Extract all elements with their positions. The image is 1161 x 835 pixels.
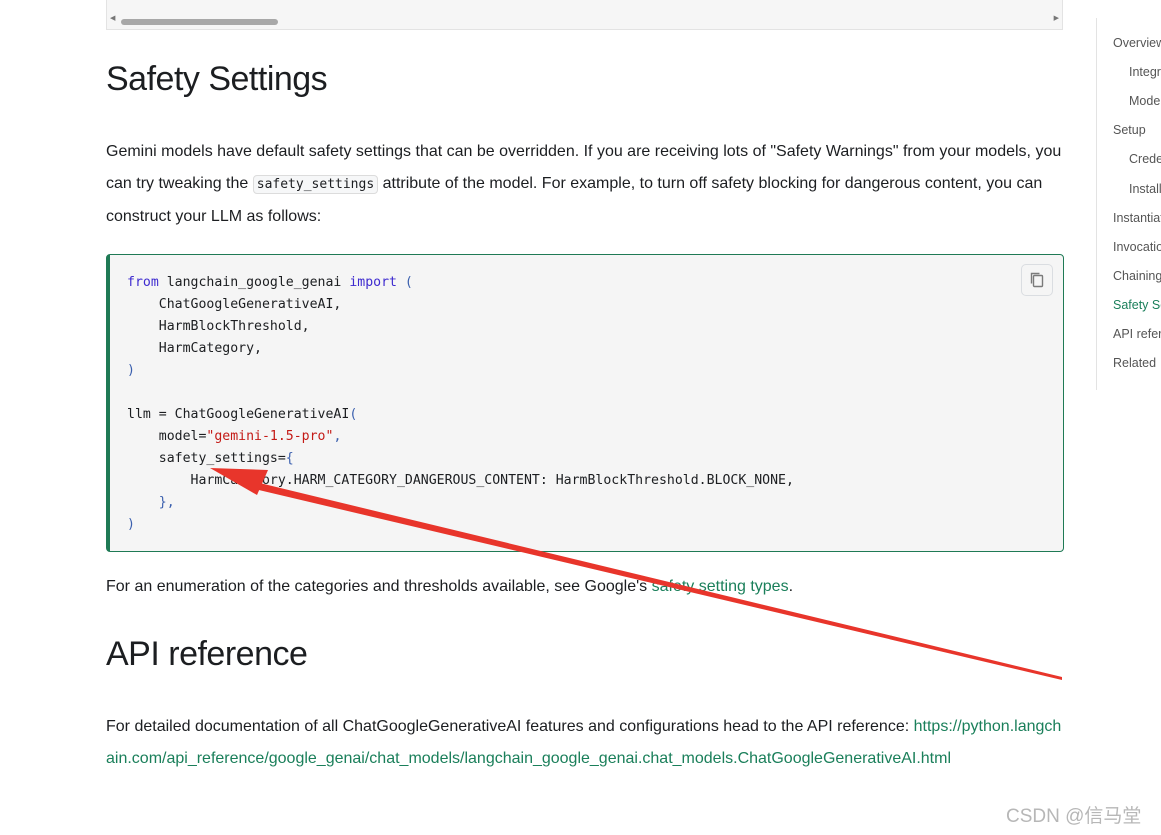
copy-icon [1030,272,1044,288]
safety-settings-paragraph: Gemini models have default safety settin… [106,136,1066,233]
scrollbar-thumb[interactable] [121,19,278,25]
toc-item-setup[interactable]: Setup [1113,123,1146,137]
toc-item-model-features[interactable]: Model features [1129,94,1161,108]
paragraph-text: For an enumeration of the categories and… [106,578,652,595]
toc-item-overview[interactable]: Overview [1113,36,1161,50]
code-line: ChatGoogleGenerativeAI, [127,297,342,312]
code-line: HarmBlockThreshold, [127,319,310,334]
table-of-contents: Overview Integration details Model featu… [1096,18,1161,390]
code-text: model= [127,429,207,444]
copy-code-button[interactable] [1021,264,1053,296]
enumeration-paragraph: For an enumeration of the categories and… [106,571,1066,603]
inline-code-safety-settings: safety_settings [252,175,379,194]
code-line: HarmCategory.HARM_CATEGORY_DANGEROUS_CON… [127,473,794,488]
code-punc: ) [127,517,135,532]
scroll-left-arrow-icon[interactable]: ◀ [110,15,115,22]
code-content: from langchain_google_genai import ( Cha… [127,272,794,536]
code-keyword: from [127,275,159,290]
code-keyword: import [349,275,397,290]
code-string: "gemini-1.5-pro" [206,429,334,444]
toc-item-instantiation[interactable]: Instantiation [1113,211,1161,225]
code-punc: }, [127,495,175,510]
paragraph-text: For detailed documentation of all ChatGo… [106,718,914,735]
toc-item-api-reference[interactable]: API reference [1113,327,1161,341]
toc-item-installation[interactable]: Installation [1129,182,1161,196]
code-punc: ) [127,363,135,378]
toc-item-integration-details[interactable]: Integration details [1129,65,1161,79]
code-block: from langchain_google_genai import ( Cha… [106,254,1064,552]
safety-setting-types-link[interactable]: safety setting types [652,578,789,595]
code-text: llm = ChatGoogleGenerativeAI [127,407,350,422]
code-text: langchain_google_genai [158,275,350,290]
safety-settings-heading: Safety Settings [106,60,328,98]
toc-item-invocation[interactable]: Invocation [1113,240,1161,254]
code-text: safety_settings= [127,451,286,466]
code-line: HarmCategory, [127,341,262,356]
watermark: CSDN @信马堂 [1006,806,1142,827]
api-reference-heading: API reference [106,635,308,673]
scroll-right-arrow-icon[interactable]: ▶ [1054,15,1059,22]
paragraph-text: . [788,578,794,595]
toc-item-safety-settings[interactable]: Safety Settings [1113,298,1161,312]
code-punc: { [285,451,294,466]
toc-item-chaining[interactable]: Chaining [1113,269,1161,283]
api-reference-paragraph: For detailed documentation of all ChatGo… [106,711,1064,775]
code-punc: ( [396,275,413,290]
code-horizontal-scrollbar[interactable]: ◀ ▶ [106,0,1063,30]
code-punc: ( [349,407,358,422]
toc-item-related[interactable]: Related [1113,356,1156,370]
code-punc: , [333,429,342,444]
toc-item-credentials[interactable]: Credentials [1129,152,1161,166]
